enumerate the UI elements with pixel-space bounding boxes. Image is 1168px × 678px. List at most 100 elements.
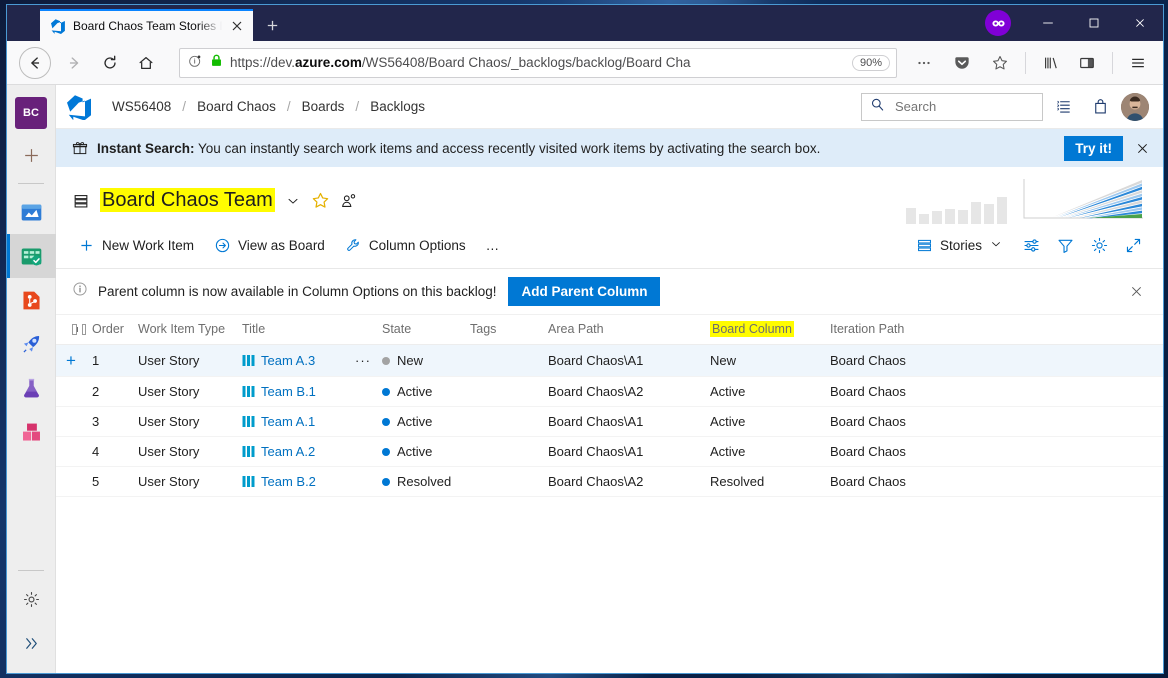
row-expand-cell[interactable] (56, 406, 92, 437)
column-header-state[interactable]: State (382, 315, 470, 345)
cell-order: 3 (92, 406, 138, 437)
row-expand-cell[interactable] (56, 466, 92, 497)
cell-title[interactable]: Team A.1 (242, 406, 350, 437)
library-icon[interactable] (1034, 46, 1068, 80)
new-item-button[interactable] (7, 133, 56, 177)
close-icon[interactable] (229, 18, 245, 34)
zoom-level-indicator[interactable]: 90% (851, 54, 890, 71)
table-row[interactable]: 3 User Story Team A.1 Active Board Chaos… (56, 406, 1163, 437)
column-header-order[interactable]: Order (92, 315, 138, 345)
cell-board-column: Active (710, 436, 830, 467)
marketplace-bag-icon[interactable] (1085, 92, 1115, 122)
row-context-menu-icon[interactable] (350, 466, 382, 497)
minimize-button[interactable] (1025, 5, 1071, 41)
cell-title[interactable]: Team A.2 (242, 436, 350, 467)
work-item-title-link[interactable]: Team B.1 (261, 384, 316, 399)
view-as-board-button[interactable]: View as Board (208, 232, 335, 259)
bookmark-star-icon[interactable] (983, 46, 1017, 80)
column-header-board-column[interactable]: Board Column (710, 315, 830, 345)
sidebar-icon[interactable] (1070, 46, 1104, 80)
hamburger-menu-icon[interactable] (1121, 46, 1155, 80)
backlog-level-picker[interactable]: Stories (910, 232, 1013, 259)
pocket-icon[interactable] (945, 46, 979, 80)
parent-note-close-icon[interactable] (1121, 277, 1151, 307)
row-expand-cell[interactable] (56, 376, 92, 407)
breadcrumb-item-project[interactable]: Board Chaos (191, 97, 282, 116)
search-input[interactable] (893, 98, 1034, 115)
user-avatar[interactable] (1121, 92, 1149, 121)
back-arrow-icon[interactable] (19, 46, 51, 79)
fullscreen-icon[interactable] (1117, 230, 1149, 260)
try-it-button[interactable]: Try it! (1064, 135, 1123, 161)
project-settings-gear-icon[interactable] (7, 577, 56, 621)
sidebar-item-test-plans[interactable] (7, 366, 56, 410)
work-item-title-link[interactable]: Team B.2 (261, 474, 316, 489)
collapse-all-icon[interactable] (81, 323, 86, 335)
view-options-icon[interactable] (1015, 230, 1047, 260)
row-context-menu-icon[interactable]: ··· (350, 344, 382, 377)
row-context-menu-icon[interactable] (350, 436, 382, 467)
column-options-button[interactable]: Column Options (339, 232, 476, 259)
expand-all-icon[interactable] (72, 323, 78, 335)
cell-title[interactable]: Team B.1 (242, 376, 350, 407)
page-actions-ellipsis-icon[interactable] (907, 46, 941, 80)
breadcrumb-item-boards[interactable]: Boards (296, 97, 351, 116)
more-commands-button[interactable]: … (480, 233, 510, 258)
settings-gear-icon[interactable] (1083, 230, 1115, 260)
column-header-iteration-path[interactable]: Iteration Path (830, 315, 1163, 345)
row-expand-cell[interactable] (56, 436, 92, 467)
lock-icon[interactable] (210, 53, 223, 73)
banner-close-icon[interactable] (1127, 133, 1157, 163)
expand-rail-button[interactable] (7, 621, 56, 665)
column-header-title[interactable]: Title (242, 315, 382, 345)
breadcrumb-item-backlogs[interactable]: Backlogs (364, 97, 431, 116)
azure-devops-logo[interactable] (66, 94, 92, 120)
home-icon[interactable] (129, 46, 163, 80)
row-context-menu-icon[interactable] (350, 376, 382, 407)
work-items-icon[interactable] (1049, 92, 1079, 122)
filter-icon[interactable] (1049, 230, 1081, 260)
new-tab-button[interactable] (257, 10, 287, 40)
column-header-area-path[interactable]: Area Path (548, 315, 710, 345)
row-context-menu-icon[interactable] (350, 406, 382, 437)
row-expand-icon[interactable]: + (56, 352, 86, 369)
new-work-item-button[interactable]: New Work Item (72, 232, 204, 259)
forward-arrow-icon[interactable] (57, 46, 91, 80)
work-item-title-link[interactable]: Team A.1 (261, 414, 315, 429)
table-row[interactable]: 2 User Story Team B.1 Active Board Chaos… (56, 376, 1163, 407)
favorite-star-icon[interactable] (311, 191, 330, 210)
cumulative-flow-chart[interactable] (1023, 177, 1143, 224)
window-close-button[interactable] (1117, 5, 1163, 41)
browser-tab[interactable]: Board Chaos Team Stories Back (40, 9, 253, 41)
table-row[interactable]: 4 User Story Team A.2 Active Board Chaos… (56, 436, 1163, 467)
backlog-grid[interactable]: Order Work Item Type Title State Tags Ar… (56, 315, 1163, 673)
global-search-box[interactable] (861, 92, 1043, 121)
page-info-icon[interactable] (188, 53, 203, 73)
cell-title[interactable]: Team B.2 (242, 466, 350, 497)
url-bar[interactable]: https://dev.azure.com/WS56408/Board Chao… (179, 47, 897, 78)
velocity-chart[interactable] (906, 190, 1007, 224)
row-expand-cell[interactable]: + (56, 344, 92, 377)
add-parent-column-button[interactable]: Add Parent Column (508, 277, 661, 306)
table-row[interactable]: 5 User Story Team B.2 Resolved Board Cha… (56, 466, 1163, 497)
breadcrumb-item-organization[interactable]: WS56408 (106, 97, 177, 116)
work-item-title-link[interactable]: Team A.3 (261, 353, 315, 368)
page-title[interactable]: Board Chaos Team (100, 188, 275, 212)
sidebar-item-repos[interactable] (7, 278, 56, 322)
team-members-icon[interactable] (340, 192, 358, 210)
cell-title[interactable]: Team A.3 (242, 344, 350, 377)
work-item-title-link[interactable]: Team A.2 (261, 444, 315, 459)
backlog-list-icon[interactable] (72, 192, 90, 210)
sidebar-item-boards[interactable] (7, 234, 56, 278)
reload-icon[interactable] (93, 46, 127, 80)
column-header-tags[interactable]: Tags (470, 315, 548, 345)
column-header-work-item-type[interactable]: Work Item Type (138, 315, 242, 345)
maximize-button[interactable] (1071, 5, 1117, 41)
project-avatar[interactable]: BC (15, 97, 47, 129)
sidebar-item-overview[interactable] (7, 190, 56, 234)
chevron-down-icon[interactable] (285, 193, 301, 209)
sidebar-item-pipelines[interactable] (7, 322, 56, 366)
table-row[interactable]: + 1 User Story Team A.3 ··· New Board Ch… (56, 344, 1163, 377)
private-browsing-mask-icon[interactable] (985, 10, 1011, 36)
sidebar-item-artifacts[interactable] (7, 410, 56, 454)
